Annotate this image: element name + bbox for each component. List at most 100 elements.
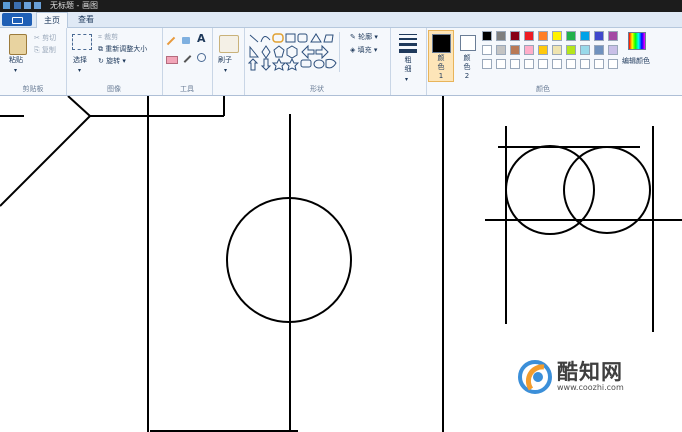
file-menu-icon [12,17,23,24]
drawn-line [0,115,91,207]
size-line-2 [399,38,417,40]
tools-group-label: 工具 [180,85,194,93]
size-line-3 [399,43,417,46]
redo-icon[interactable] [34,2,41,9]
edit-colors-icon[interactable] [628,32,646,50]
image-group: 选择 ▾ ⌗ 裁剪 ⧉ 重新调整大小 ↻ 旋转 ▾ 图像 [66,28,163,95]
watermark-logo-icon [518,360,552,394]
paste-icon[interactable] [9,34,27,55]
clipboard-group: 粘贴 ▾ ✂ 剪切 ⎘ 复制 剪贴板 [0,28,67,95]
brush-icon[interactable] [219,35,239,53]
magnifier-icon[interactable] [197,53,206,62]
brushes-dropdown-icon[interactable]: ▾ [224,66,227,75]
palette-swatch[interactable] [552,59,562,69]
palette-swatch[interactable] [524,31,534,41]
tab-view[interactable]: 查看 [70,12,102,27]
palette-swatch[interactable] [538,59,548,69]
ribbon-tab-bar: 主页 查看 [0,12,682,28]
size-line-4 [399,49,417,53]
palette-swatch[interactable] [510,45,520,55]
drawn-line [67,96,91,117]
window-title: 无标题 - 画图 [50,1,98,10]
size-group: 粗细 ▾ [390,28,427,95]
palette-swatch[interactable] [566,59,576,69]
watermark-name: 酷知网 [557,360,623,384]
palette-swatch[interactable] [496,59,506,69]
palette-swatch[interactable] [552,45,562,55]
rotate-label: 旋转 [106,57,121,65]
shapes-gallery-scrollbar[interactable] [339,32,345,72]
palette-swatch[interactable] [608,59,618,69]
palette-swatch[interactable] [524,45,534,55]
palette-swatch[interactable] [510,59,520,69]
outline-label: 轮廓 [358,33,373,41]
fill-bucket-icon[interactable] [182,37,190,44]
color-picker-icon[interactable] [183,55,192,63]
shapes-gallery[interactable] [248,32,346,72]
ribbon: 粘贴 ▾ ✂ 剪切 ⎘ 复制 剪贴板 选择 ▾ ⌗ 裁剪 ⧉ 重新调整大小 ↻ … [0,28,682,96]
brushes-group: 刷子 ▾ [212,28,245,95]
palette-swatch[interactable] [482,45,492,55]
palette-swatch[interactable] [524,59,534,69]
watermark: 酷知网 www.coozhi.com [517,352,662,402]
fill-button[interactable]: ◈ 填充 ▾ [350,46,377,55]
drawing-canvas[interactable]: 酷知网 www.coozhi.com [0,96,682,432]
select-button[interactable]: 选择 [73,56,87,65]
palette-swatch[interactable] [594,59,604,69]
eraser-icon[interactable] [166,56,178,64]
brushes-button[interactable]: 刷子 [218,56,232,65]
palette-swatch[interactable] [594,45,604,55]
pencil-icon[interactable] [166,36,176,46]
color2-swatch[interactable] [460,35,476,51]
file-menu-button[interactable] [2,13,32,26]
palette-swatch[interactable] [552,31,562,41]
palette-swatch[interactable] [580,45,590,55]
copy-button[interactable]: ⎘ 复制 [34,46,56,55]
palette-swatch[interactable] [538,31,548,41]
edit-colors-button[interactable]: 编辑颜色 [622,57,650,66]
app-icon [3,2,10,9]
fill-label: 填充 [357,46,372,54]
palette-swatch[interactable] [580,31,590,41]
undo-icon[interactable] [24,2,31,9]
shapes-group: ✎ 轮廓 ▾ ◈ 填充 ▾ 形状 [244,28,391,95]
shapes-group-label: 形状 [310,85,324,93]
palette-swatch[interactable] [538,45,548,55]
palette-swatch[interactable] [482,59,492,69]
save-icon[interactable] [14,2,21,9]
clipboard-group-label: 剪贴板 [22,85,44,93]
color1-swatch [432,34,451,53]
select-icon[interactable] [72,34,92,50]
rotate-button[interactable]: ↻ 旋转 ▾ [98,57,126,66]
select-dropdown-icon[interactable]: ▾ [78,66,81,75]
size-button[interactable]: 粗细 [402,56,414,74]
palette-swatch[interactable] [566,45,576,55]
image-group-label: 图像 [107,85,121,93]
tools-group: A 工具 [162,28,213,95]
watermark-url: www.coozhi.com [557,383,624,392]
title-bar: 无标题 - 画图 [0,0,682,12]
size-line-1 [399,34,417,35]
palette-swatch[interactable] [566,31,576,41]
palette-swatch[interactable] [608,31,618,41]
cut-button[interactable]: ✂ 剪切 [34,34,56,43]
text-tool-icon[interactable]: A [197,33,206,44]
paste-dropdown-icon[interactable]: ▾ [14,66,17,75]
palette-swatch[interactable] [608,45,618,55]
paste-button[interactable]: 粘贴 [9,56,23,65]
colors-group: 颜色 1 颜色 2 编辑颜色 颜色 [426,28,660,95]
color1-label: 颜色 1 [437,54,445,80]
palette-swatch[interactable] [580,59,590,69]
tab-home[interactable]: 主页 [36,12,68,28]
crop-button[interactable]: ⌗ 裁剪 [98,33,118,42]
palette-swatch[interactable] [594,31,604,41]
resize-label: 重新调整大小 [105,45,148,53]
color2-label[interactable]: 颜色 2 [462,54,472,81]
palette-swatch[interactable] [496,31,506,41]
resize-button[interactable]: ⧉ 重新调整大小 [98,45,147,54]
palette-swatch[interactable] [510,31,520,41]
outline-button[interactable]: ✎ 轮廓 ▾ [350,33,378,42]
palette-swatch[interactable] [496,45,506,55]
palette-swatch[interactable] [482,31,492,41]
size-dropdown-icon[interactable]: ▾ [405,75,408,84]
